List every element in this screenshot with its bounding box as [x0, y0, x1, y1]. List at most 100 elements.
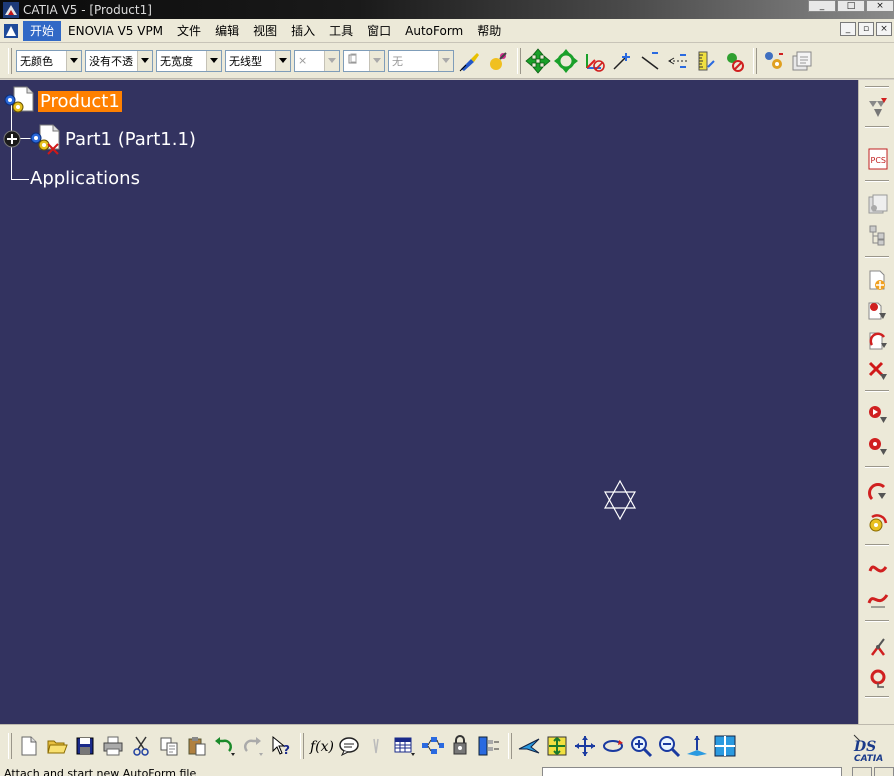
constraint-icon[interactable] [865, 402, 891, 428]
command-input[interactable] [542, 767, 842, 776]
zoom-out-icon[interactable] [656, 733, 682, 759]
expand-icon[interactable] [3, 129, 23, 149]
multi-view-icon[interactable] [712, 733, 738, 759]
normal-view-icon[interactable] [684, 733, 710, 759]
pan-icon[interactable] [572, 733, 598, 759]
new-component-icon[interactable] [865, 268, 891, 294]
minimize-button[interactable]: _ [808, 0, 836, 12]
rotate-icon[interactable] [553, 48, 579, 74]
tree-node-product1[interactable]: Product1 [3, 85, 122, 117]
parts-catalog-icon[interactable] [865, 191, 891, 217]
tree-node-applications[interactable]: Applications [30, 168, 140, 189]
menu-enovia[interactable]: ENOVIA V5 VPM [61, 21, 170, 41]
paint-brush-icon[interactable] [457, 48, 483, 74]
axis-toggle-icon[interactable] [581, 48, 607, 74]
point-symbol-select[interactable]: × [294, 49, 340, 72]
options-icon[interactable] [761, 48, 787, 74]
doc-restore-button[interactable]: ▫ [858, 22, 874, 36]
menu-start[interactable]: 开始 [23, 20, 62, 41]
hide-show-icon[interactable] [721, 48, 747, 74]
filter-icon[interactable] [865, 94, 891, 120]
rotate-view-icon[interactable] [600, 733, 626, 759]
color-select[interactable]: 无颜色 [16, 49, 82, 72]
snap-icon[interactable] [865, 512, 891, 538]
tree-icon[interactable] [865, 222, 891, 248]
new-icon[interactable] [16, 733, 42, 759]
clash-icon[interactable] [865, 586, 891, 612]
tree-node-part1[interactable]: Part1 (Part1.1) [3, 122, 196, 156]
chevron-down-icon[interactable] [438, 50, 453, 71]
reorder-icon[interactable] [865, 664, 891, 690]
chevron-down-icon[interactable] [66, 50, 81, 71]
maximize-button[interactable]: □ [837, 0, 865, 12]
toolbar-grip[interactable] [753, 47, 757, 74]
line-icon[interactable] [637, 48, 663, 74]
doc-minimize-button[interactable]: _ [840, 22, 856, 36]
menu-tools[interactable]: 工具 [322, 21, 360, 41]
graph-tree-icon[interactable] [420, 733, 446, 759]
whats-this-icon[interactable]: ? [268, 733, 294, 759]
paste-icon[interactable] [184, 733, 210, 759]
layer-select[interactable]: 无 [388, 49, 454, 72]
doc-close-button[interactable]: × [876, 22, 892, 36]
manipulate-icon[interactable] [865, 480, 891, 506]
save-icon[interactable] [72, 733, 98, 759]
fix-icon[interactable] [865, 434, 891, 460]
measure-icon[interactable] [693, 48, 719, 74]
toolbar-grip[interactable] [8, 47, 12, 74]
painter-icon[interactable] [485, 48, 511, 74]
chevron-down-icon[interactable] [369, 50, 384, 71]
explode-icon[interactable] [865, 556, 891, 582]
close-button[interactable]: × [866, 0, 894, 12]
table-icon[interactable] [392, 733, 418, 759]
menu-view[interactable]: 视图 [246, 21, 284, 41]
pan-icon[interactable] [525, 47, 551, 74]
render-style-select[interactable] [343, 49, 385, 72]
document-icon[interactable] [2, 22, 20, 40]
menu-edit[interactable]: 编辑 [208, 21, 246, 41]
replace-component-icon[interactable] [865, 328, 891, 354]
product1-label[interactable]: Product1 [38, 90, 122, 112]
cut-icon[interactable] [128, 733, 154, 759]
fit-all-icon[interactable] [544, 733, 570, 759]
menu-autoform[interactable]: AutoForm [398, 21, 470, 41]
line-width-select[interactable]: 无宽度 [156, 49, 222, 72]
existing-component-icon[interactable] [865, 298, 891, 324]
menu-insert[interactable]: 插入 [284, 21, 322, 41]
menu-window[interactable]: 窗口 [360, 21, 398, 41]
knowledge-icon[interactable] [448, 733, 474, 759]
fix-together-icon[interactable] [865, 634, 891, 660]
copy-icon[interactable] [156, 733, 182, 759]
catia-app-icon[interactable] [3, 1, 19, 18]
line-type-select[interactable]: 无线型 [225, 49, 291, 72]
print-icon[interactable] [100, 733, 126, 759]
3d-viewport[interactable]: Product1 Part1 (Part1.1) Applications [0, 80, 858, 724]
toolbar-grip[interactable] [508, 732, 512, 759]
comment-icon[interactable] [336, 733, 362, 759]
menu-file[interactable]: 文件 [170, 21, 208, 41]
toolbar-grip[interactable] [300, 732, 304, 759]
part1-label[interactable]: Part1 (Part1.1) [65, 129, 196, 150]
zoom-in-icon[interactable] [628, 733, 654, 759]
properties-icon[interactable] [789, 48, 815, 74]
redo-icon[interactable] [240, 733, 266, 759]
chevron-down-icon[interactable] [206, 50, 221, 71]
pcs-icon[interactable]: PCS [865, 146, 891, 172]
point-icon[interactable] [609, 48, 635, 74]
catalog-icon[interactable] [476, 733, 502, 759]
toolbar-grip[interactable] [517, 47, 521, 74]
transparency-select[interactable]: 没有不透 [85, 49, 153, 72]
formula-icon[interactable]: f(x) [308, 733, 334, 759]
toolbar-grip[interactable] [8, 732, 12, 759]
chevron-down-icon[interactable] [324, 50, 339, 71]
delete-icon[interactable] [865, 358, 891, 384]
macro-icon[interactable] [364, 733, 390, 759]
swap-icon[interactable] [665, 48, 691, 74]
menu-help[interactable]: 帮助 [470, 21, 508, 41]
applications-label[interactable]: Applications [30, 168, 140, 189]
chevron-down-icon[interactable] [275, 50, 290, 71]
open-icon[interactable] [44, 733, 70, 759]
chevron-down-icon[interactable] [137, 50, 152, 71]
undo-icon[interactable] [212, 733, 238, 759]
fly-mode-icon[interactable] [516, 733, 542, 759]
